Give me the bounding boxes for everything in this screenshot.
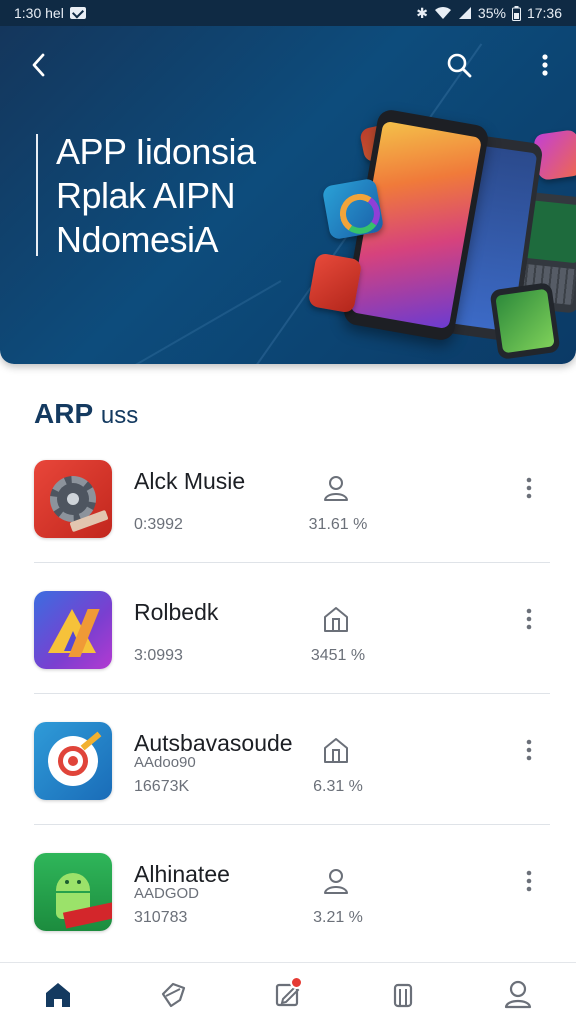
more-vertical-icon <box>542 54 548 76</box>
more-options-button[interactable] <box>514 863 544 899</box>
nav-home[interactable] <box>30 966 86 1022</box>
app-size: 0:3992 <box>134 516 183 533</box>
more-options-button[interactable] <box>514 470 544 506</box>
home-icon <box>324 738 348 763</box>
app-list: Alck Musie 0:3992 31.61 % Rolbedk 3:0993… <box>0 432 576 956</box>
profile-action-button[interactable] <box>316 468 356 508</box>
gear-app-icon <box>34 460 112 538</box>
app-subtitle: AADGOD <box>134 885 200 902</box>
profile-action-button[interactable] <box>316 861 356 901</box>
app-percent: 6.31 % <box>313 778 363 795</box>
battery-icon <box>511 5 521 21</box>
section-title-bold: ARP <box>34 398 94 429</box>
app-size: 3:0993 <box>134 647 183 664</box>
home-action-button[interactable] <box>316 730 356 770</box>
letter-a-app-icon <box>34 591 112 669</box>
section-title: ARP uss <box>34 398 138 430</box>
nav-library[interactable] <box>375 966 431 1022</box>
list-item[interactable]: Autsbavasoude AAdoo90 16673K 6.31 % <box>0 694 576 825</box>
more-vertical-icon <box>526 739 532 761</box>
android-app-icon <box>34 853 112 931</box>
title-accent-bar <box>36 134 38 256</box>
list-item[interactable]: Alck Musie 0:3992 31.61 % <box>0 432 576 563</box>
app-tile-decor <box>307 252 363 314</box>
bottom-navigation <box>0 962 576 1024</box>
decor-line <box>20 280 282 364</box>
status-left: 1:30 hel <box>14 5 86 21</box>
notification-badge <box>289 975 303 989</box>
more-options-button[interactable] <box>514 732 544 768</box>
app-percent: 3451 % <box>310 647 366 664</box>
person-icon <box>324 476 348 501</box>
app-name: Alhinatee <box>134 861 230 887</box>
tag-icon <box>161 982 185 1007</box>
back-button[interactable] <box>22 48 56 82</box>
more-options-button[interactable] <box>514 601 544 637</box>
target-app-icon <box>34 722 112 800</box>
more-vertical-icon <box>526 477 532 499</box>
list-item[interactable]: Rolbedk 3:0993 3451 % <box>0 563 576 694</box>
app-name: Alck Musie <box>134 468 246 494</box>
app-name: Autsbavasoude <box>134 730 293 756</box>
more-vertical-icon <box>526 870 532 892</box>
search-button[interactable] <box>442 48 476 82</box>
battery-level: 35% <box>477 5 506 21</box>
more-vertical-icon <box>526 608 532 630</box>
home-icon <box>324 607 348 632</box>
more-options-button[interactable] <box>528 48 562 82</box>
status-right: ✱ 35% 17:36 <box>416 5 562 21</box>
library-icon <box>394 983 413 1007</box>
app-tile-decor <box>321 177 385 241</box>
home-action-button[interactable] <box>316 599 356 639</box>
nav-profile[interactable] <box>490 966 546 1022</box>
app-size: 16673K <box>134 778 190 795</box>
status-time-left: 1:30 hel <box>14 5 64 21</box>
list-item[interactable]: Alhinatee AADGOD 310783 3.21 % <box>0 825 576 956</box>
app-subtitle: AAdoo90 <box>134 754 196 771</box>
nav-edit[interactable] <box>260 966 316 1022</box>
profile-icon <box>505 980 532 1008</box>
app-name: Rolbedk <box>134 599 219 625</box>
mail-icon <box>69 7 86 19</box>
status-bar: 1:30 hel ✱ 35% 17:36 <box>0 0 576 26</box>
signal-icon <box>458 7 471 19</box>
app-percent: 31.61 % <box>308 516 368 533</box>
status-time: 17:36 <box>526 5 562 21</box>
search-icon <box>447 53 472 78</box>
nav-tags[interactable] <box>145 966 201 1022</box>
wifi-icon <box>434 6 451 19</box>
person-icon <box>324 869 348 894</box>
hero-illustration <box>300 86 576 360</box>
section-title-light: uss <box>100 402 139 429</box>
app-percent: 3.21 % <box>313 909 363 926</box>
phone-illustration-small <box>489 282 561 360</box>
bluetooth-icon: ✱ <box>416 5 428 21</box>
home-icon <box>45 982 70 1007</box>
chevron-left-icon <box>32 53 45 77</box>
app-size: 310783 <box>134 909 188 926</box>
hero-header: APP Iidonsia Rplak AIPN NdomesiA <box>0 26 576 364</box>
